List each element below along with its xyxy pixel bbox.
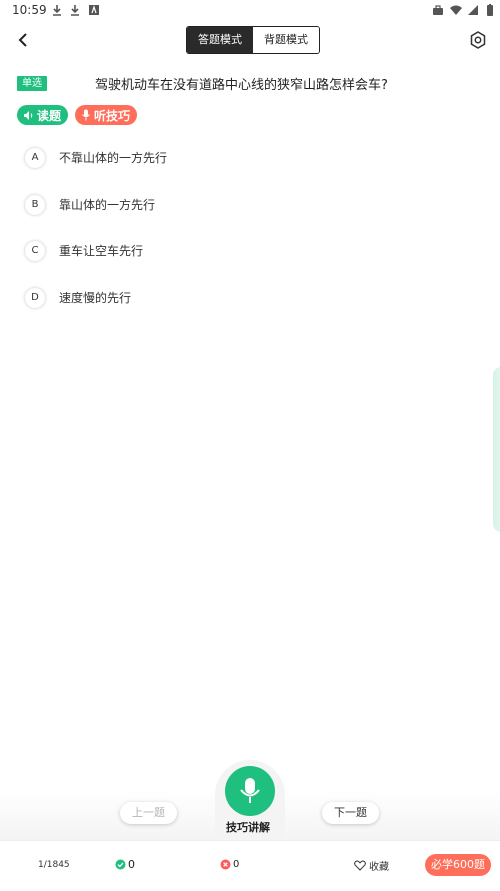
question-type-badge: 单选 <box>17 76 47 91</box>
prev-question-button[interactable]: 上一题 <box>120 802 177 824</box>
option-a[interactable]: A 不靠山体的一方先行 <box>0 140 500 176</box>
cross-circle-icon <box>220 859 231 870</box>
tab-answer-mode[interactable]: 答题模式 <box>187 27 253 53</box>
battery-icon <box>487 4 493 16</box>
signal-icon <box>468 5 478 15</box>
option-letter: C <box>25 241 45 261</box>
heart-icon <box>354 860 366 871</box>
briefcase-icon <box>433 5 443 15</box>
option-d[interactable]: D 速度慢的先行 <box>0 280 500 316</box>
download-icon <box>71 5 79 16</box>
question-progress: 1/1845 <box>38 860 70 870</box>
wrong-count: 0 <box>220 859 239 870</box>
next-question-button[interactable]: 下一题 <box>322 802 379 824</box>
listen-tips-label: 听技巧 <box>94 108 131 123</box>
header: 答题模式 背题模式 <box>0 22 500 60</box>
collect-label: 收藏 <box>369 862 389 873</box>
option-letter: D <box>25 288 45 308</box>
collect-button[interactable]: 收藏 <box>354 858 389 873</box>
option-letter: B <box>25 195 45 215</box>
back-arrow-icon[interactable] <box>14 30 34 50</box>
settings-icon[interactable] <box>468 30 488 50</box>
mode-toggle: 答题模式 背题模式 <box>186 26 320 54</box>
tab-review-mode[interactable]: 背题模式 <box>253 27 319 53</box>
tips-mic-label: 技巧讲解 <box>226 821 270 834</box>
side-drawer-handle[interactable] <box>493 367 500 532</box>
must-learn-button[interactable]: 必学600题 <box>425 854 491 876</box>
option-letter: A <box>25 148 45 168</box>
tips-mic-button[interactable] <box>225 766 275 816</box>
option-text: 重车让空车先行 <box>59 244 144 258</box>
listen-tips-button[interactable]: 听技巧 <box>75 105 138 125</box>
correct-count: 0 <box>115 858 135 871</box>
question-text: 驾驶机动车在没有道路中心线的狭窄山路怎样会车? <box>95 78 388 93</box>
status-bar: 10:59 <box>0 0 500 22</box>
option-text: 不靠山体的一方先行 <box>59 151 168 165</box>
footer-bar: 1/1845 0 0 收藏 必学600题 <box>0 840 500 891</box>
download-icon <box>53 5 61 16</box>
wrong-count-value: 0 <box>233 859 240 870</box>
option-c[interactable]: C 重车让空车先行 <box>0 233 500 269</box>
microphone-icon <box>240 778 260 803</box>
status-time: 10:59 <box>12 3 47 17</box>
check-circle-icon <box>115 859 126 870</box>
correct-count-value: 0 <box>128 858 135 871</box>
option-text: 靠山体的一方先行 <box>59 198 156 212</box>
read-question-button[interactable]: 读题 <box>17 105 69 125</box>
wifi-icon <box>450 5 462 15</box>
read-question-label: 读题 <box>37 108 62 123</box>
speaker-icon <box>24 110 33 120</box>
microphone-icon <box>82 109 90 121</box>
option-b[interactable]: B 靠山体的一方先行 <box>0 187 500 223</box>
option-text: 速度慢的先行 <box>59 291 132 305</box>
app-notification-icon <box>89 5 99 15</box>
